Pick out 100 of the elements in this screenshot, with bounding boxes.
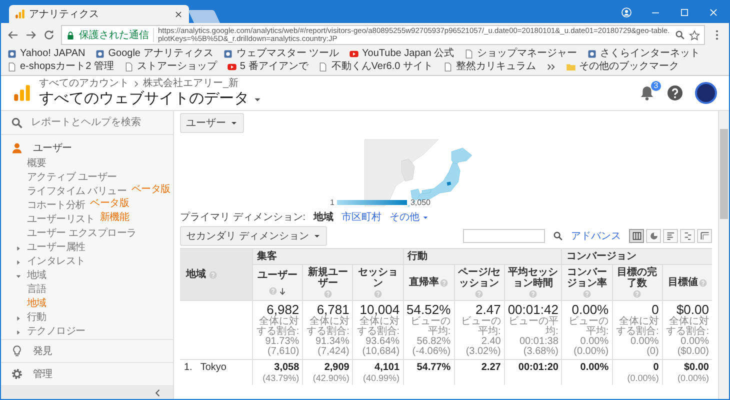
column-header[interactable]: 新規ユーザー bbox=[302, 265, 352, 300]
expand-triangle-icon[interactable] bbox=[15, 314, 22, 322]
dimension-option[interactable]: その他 bbox=[390, 211, 420, 224]
scrollbar[interactable] bbox=[718, 111, 729, 399]
page-icon bbox=[124, 62, 134, 72]
cell-value: 0.00% bbox=[580, 362, 609, 373]
bookmark-link[interactable]: 5 番アイアンで bbox=[240, 61, 308, 73]
nav-group[interactable]: ユーザー属性 bbox=[27, 241, 86, 255]
bookmark-link[interactable]: ショップマネージャー bbox=[477, 48, 578, 60]
column-header[interactable]: 平均セッション時間 bbox=[504, 265, 562, 300]
nav-item[interactable]: コホート分析 bbox=[27, 199, 86, 213]
breadcrumb-link[interactable]: すべてのアカウント bbox=[39, 78, 129, 90]
nav-item[interactable]: ユーザーリスト bbox=[27, 213, 95, 227]
nav-group[interactable]: 地域 bbox=[27, 269, 46, 283]
bookmark-link[interactable]: YouTube Japan 公式 bbox=[362, 48, 454, 60]
nav-item[interactable]: アクティブ ユーザー bbox=[27, 171, 117, 185]
bookmark-link[interactable]: 整然カリキュラム bbox=[456, 61, 536, 73]
pie-chart-icon bbox=[648, 231, 658, 241]
avatar[interactable] bbox=[695, 82, 717, 104]
view-toggle[interactable] bbox=[680, 229, 695, 243]
header-label: ユーザー bbox=[258, 270, 298, 280]
bookmark-link[interactable]: e-shopsカート2 管理 bbox=[20, 61, 114, 73]
search-field[interactable]: レポートとヘルプを検索 bbox=[31, 115, 163, 130]
play-icon bbox=[226, 62, 237, 72]
help-icon[interactable] bbox=[667, 85, 683, 101]
person-icon bbox=[11, 142, 23, 154]
column-header[interactable]: ページ/セッション bbox=[454, 265, 504, 300]
view-toggle[interactable] bbox=[663, 229, 678, 243]
nav-item[interactable]: 概要 bbox=[27, 157, 46, 171]
nav-link[interactable]: 管理 bbox=[33, 367, 52, 381]
bookmark-link[interactable]: さくらインターネット bbox=[600, 48, 700, 60]
page-icon bbox=[464, 49, 474, 59]
metric-dropdown[interactable]: ユーザー bbox=[180, 113, 244, 133]
account-icon[interactable] bbox=[621, 6, 632, 18]
new-tab-button[interactable] bbox=[188, 10, 220, 23]
scrollbar-thumb[interactable] bbox=[720, 129, 728, 219]
bookmark-link[interactable]: ウェブマスター ツール bbox=[236, 48, 340, 60]
column-header[interactable]: 直帰率 bbox=[402, 265, 454, 300]
header-label: セッション bbox=[356, 267, 399, 289]
bookmark-link[interactable]: Yahoo! JAPAN bbox=[20, 48, 86, 60]
close-icon[interactable] bbox=[708, 6, 719, 18]
view-toggle[interactable] bbox=[646, 229, 661, 243]
column-header[interactable]: 目標値 bbox=[662, 265, 712, 300]
dimension-option[interactable]: 地域 bbox=[314, 211, 334, 224]
header-label: 目標の完了数 bbox=[616, 267, 658, 289]
help-icon bbox=[529, 290, 538, 298]
nav-group[interactable]: インタレスト bbox=[27, 255, 86, 269]
lightbulb-icon bbox=[11, 345, 23, 357]
bookmark-link[interactable]: 不動くんVer6.0 サイト bbox=[331, 61, 433, 73]
region-link[interactable]: Tokyo bbox=[200, 362, 226, 383]
view-selector[interactable]: すべてのウェブサイトのデータ bbox=[39, 90, 631, 108]
dimension-option[interactable]: 市区町村 bbox=[342, 211, 382, 224]
nav-item[interactable]: ライフタイム バリュー bbox=[27, 185, 126, 199]
bookmark-link[interactable]: Google アナリティクス bbox=[108, 48, 214, 60]
pivot-icon bbox=[700, 231, 710, 241]
column-header[interactable]: コンバージョン率 bbox=[561, 265, 612, 300]
caret-icon bbox=[230, 119, 238, 127]
column-header[interactable]: ユーザー bbox=[252, 265, 302, 300]
view-toggle[interactable] bbox=[629, 229, 644, 243]
forward-arrow-icon[interactable] bbox=[25, 29, 37, 41]
section-label[interactable]: ユーザー bbox=[33, 141, 72, 155]
cell-value: $0.00 bbox=[684, 362, 709, 373]
table-search-field[interactable] bbox=[463, 229, 545, 243]
back-arrow-icon[interactable] bbox=[7, 29, 19, 41]
bookmark-link[interactable]: ストアーショップ bbox=[136, 61, 217, 73]
page-icon bbox=[318, 62, 328, 72]
browser-tab[interactable]: アナリティクス bbox=[9, 5, 189, 23]
view-toggle[interactable] bbox=[697, 229, 712, 243]
zoom-icon[interactable] bbox=[675, 30, 685, 40]
double-chevron-icon[interactable] bbox=[546, 62, 556, 72]
nav-group[interactable]: テクノロジー bbox=[27, 325, 86, 339]
search-icon[interactable] bbox=[553, 231, 563, 241]
nav-group[interactable]: 行動 bbox=[27, 311, 46, 325]
site-icon bbox=[587, 49, 598, 59]
close-tab-icon[interactable] bbox=[174, 10, 183, 18]
maximize-icon[interactable] bbox=[679, 6, 690, 18]
expand-triangle-icon[interactable] bbox=[15, 258, 22, 266]
nav-item[interactable]: ユーザー エクスプローラ bbox=[27, 227, 136, 241]
cell-share: (40.99%) bbox=[363, 373, 400, 383]
expand-triangle-icon[interactable] bbox=[15, 328, 22, 336]
column-header[interactable]: 目標の完了数 bbox=[612, 265, 662, 300]
secondary-dimension-dropdown[interactable]: セカンダリ ディメンション bbox=[180, 226, 327, 246]
expand-triangle-icon[interactable] bbox=[15, 244, 22, 252]
expand-triangle-icon[interactable] bbox=[15, 272, 22, 280]
notification-bell-icon[interactable] bbox=[639, 85, 655, 101]
sort-arrow-icon[interactable] bbox=[278, 286, 287, 296]
bookmark-star-icon[interactable] bbox=[689, 30, 700, 40]
nav-link[interactable]: 発見 bbox=[33, 344, 52, 358]
help-icon bbox=[324, 290, 332, 298]
header-label: 直帰率 bbox=[409, 277, 440, 288]
breadcrumb-link[interactable]: 株式会社エアリー_新 bbox=[143, 78, 239, 90]
reload-icon[interactable] bbox=[43, 29, 55, 41]
column-header[interactable]: セッション bbox=[352, 265, 403, 300]
bookmark-link[interactable]: その他のブックマーク bbox=[578, 61, 679, 73]
help-icon bbox=[268, 287, 277, 295]
nav-item[interactable]: 言語 bbox=[27, 283, 46, 297]
dimension-header[interactable]: 地域 bbox=[180, 249, 252, 300]
total-value: 10,004 bbox=[360, 303, 400, 317]
total-value: $0.00 bbox=[676, 303, 709, 317]
advanced-link[interactable]: アドバンス bbox=[571, 229, 621, 243]
